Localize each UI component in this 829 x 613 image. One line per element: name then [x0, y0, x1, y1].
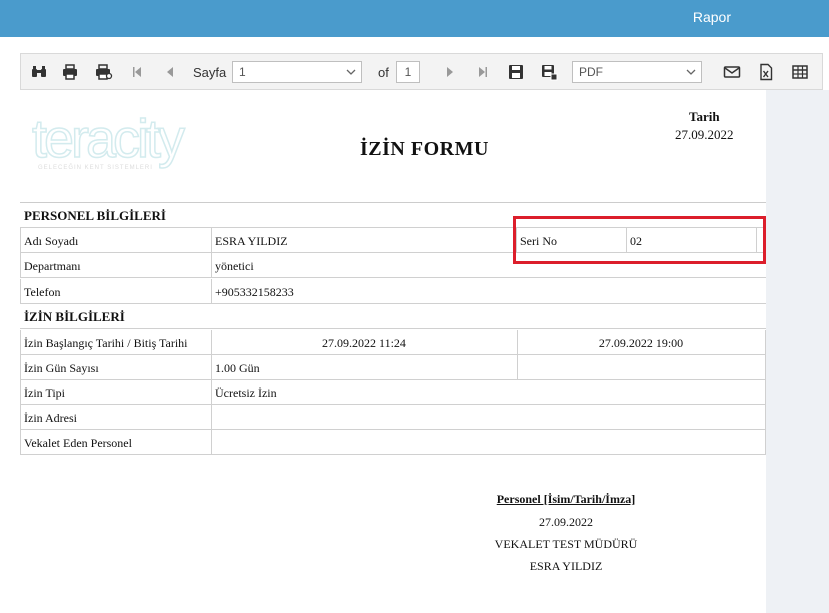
address-value: [211, 405, 765, 430]
app-title: Rapor: [692, 9, 731, 25]
proxy-value: [211, 430, 765, 455]
form-title: İZİN FORMU: [360, 138, 489, 160]
report-toolbar: Sayfa 1 of 1 PDF: [20, 53, 823, 90]
save-icon[interactable]: [507, 63, 525, 81]
of-label: of: [378, 65, 389, 80]
export-format-select[interactable]: PDF: [572, 61, 702, 83]
signature-role: VEKALET TEST MÜDÜRÜ: [494, 537, 638, 551]
next-page-icon[interactable]: [441, 63, 459, 81]
viewer-side-pane: [766, 90, 829, 613]
table-row: İzin Başlangıç Tarihi / Bitiş Tarihi 27.…: [20, 330, 766, 355]
page-select-value: 1: [239, 65, 246, 79]
binoculars-icon[interactable]: [30, 63, 48, 81]
signature-date: 27.09.2022: [539, 515, 593, 529]
name-label: Adı Soyadı: [24, 234, 79, 248]
print-preview-icon[interactable]: [95, 63, 113, 81]
name-value: ESRA YILDIZ: [215, 234, 288, 248]
phone-label: Telefon: [24, 285, 61, 299]
signature-name: ESRA YILDIZ: [529, 559, 603, 573]
print-icon[interactable]: [61, 63, 79, 81]
report-viewer: Sayfa 1 of 1 PDF teracity GELECEĞIN KENT…: [0, 37, 829, 613]
chevron-down-icon: [346, 67, 356, 77]
phone-value: +905332158233: [215, 285, 294, 299]
type-value: Ücretsiz İzin: [215, 386, 277, 400]
address-label: İzin Adresi: [24, 411, 77, 425]
date-value: 27.09.2022: [675, 127, 734, 142]
start-end-label: İzin Başlangıç Tarihi / Bitiş Tarihi: [24, 336, 188, 350]
page-label: Sayfa: [193, 65, 227, 80]
start-value: 27.09.2022 11:24: [322, 336, 406, 350]
department-label: Departmanı: [24, 259, 81, 273]
days-label: İzin Gün Sayısı: [24, 361, 99, 375]
prev-page-icon[interactable]: [161, 63, 179, 81]
email-icon[interactable]: [723, 63, 741, 81]
last-page-icon[interactable]: [474, 63, 492, 81]
grid-icon[interactable]: [791, 63, 809, 81]
export-format-value: PDF: [579, 65, 603, 79]
logo-tagline: GELECEĞIN KENT SISTEMLERI: [38, 165, 153, 171]
page-total: 1: [396, 61, 420, 83]
leave-section-row: İZİN BİLGİLERİ: [20, 304, 766, 329]
signature-title: Personel [İsim/Tarih/İmza]: [496, 492, 636, 506]
app-header: Rapor: [0, 0, 829, 37]
leave-section-title: İZİN BİLGİLERİ: [24, 309, 125, 324]
table-row: İzin Adresi: [20, 405, 766, 430]
excel-icon[interactable]: [757, 63, 775, 81]
days-value: 1.00 Gün: [215, 361, 260, 375]
company-logo: teracity GELECEĞIN KENT SISTEMLERI: [31, 109, 208, 176]
type-label: İzin Tipi: [24, 386, 66, 400]
serial-no-highlight: [513, 216, 766, 264]
chevron-down-icon: [686, 67, 696, 77]
date-label: Tarih: [689, 109, 720, 124]
proxy-label: Vekalet Eden Personel: [24, 436, 132, 450]
logo-wordmark: teracity: [31, 109, 186, 169]
first-page-icon[interactable]: [128, 63, 146, 81]
report-page: teracity GELECEĞIN KENT SISTEMLERI İZİN …: [20, 92, 766, 613]
table-row: İzin Tipi Ücretsiz İzin: [20, 380, 766, 405]
table-row: Telefon +905332158233: [20, 279, 766, 304]
page-select[interactable]: 1: [232, 61, 362, 83]
end-value: 27.09.2022 19:00: [598, 336, 684, 350]
save-as-icon[interactable]: [540, 63, 558, 81]
table-row: İzin Gün Sayısı 1.00 Gün: [20, 355, 766, 380]
department-value: yönetici: [215, 259, 254, 273]
table-row: Vekalet Eden Personel: [20, 430, 766, 455]
